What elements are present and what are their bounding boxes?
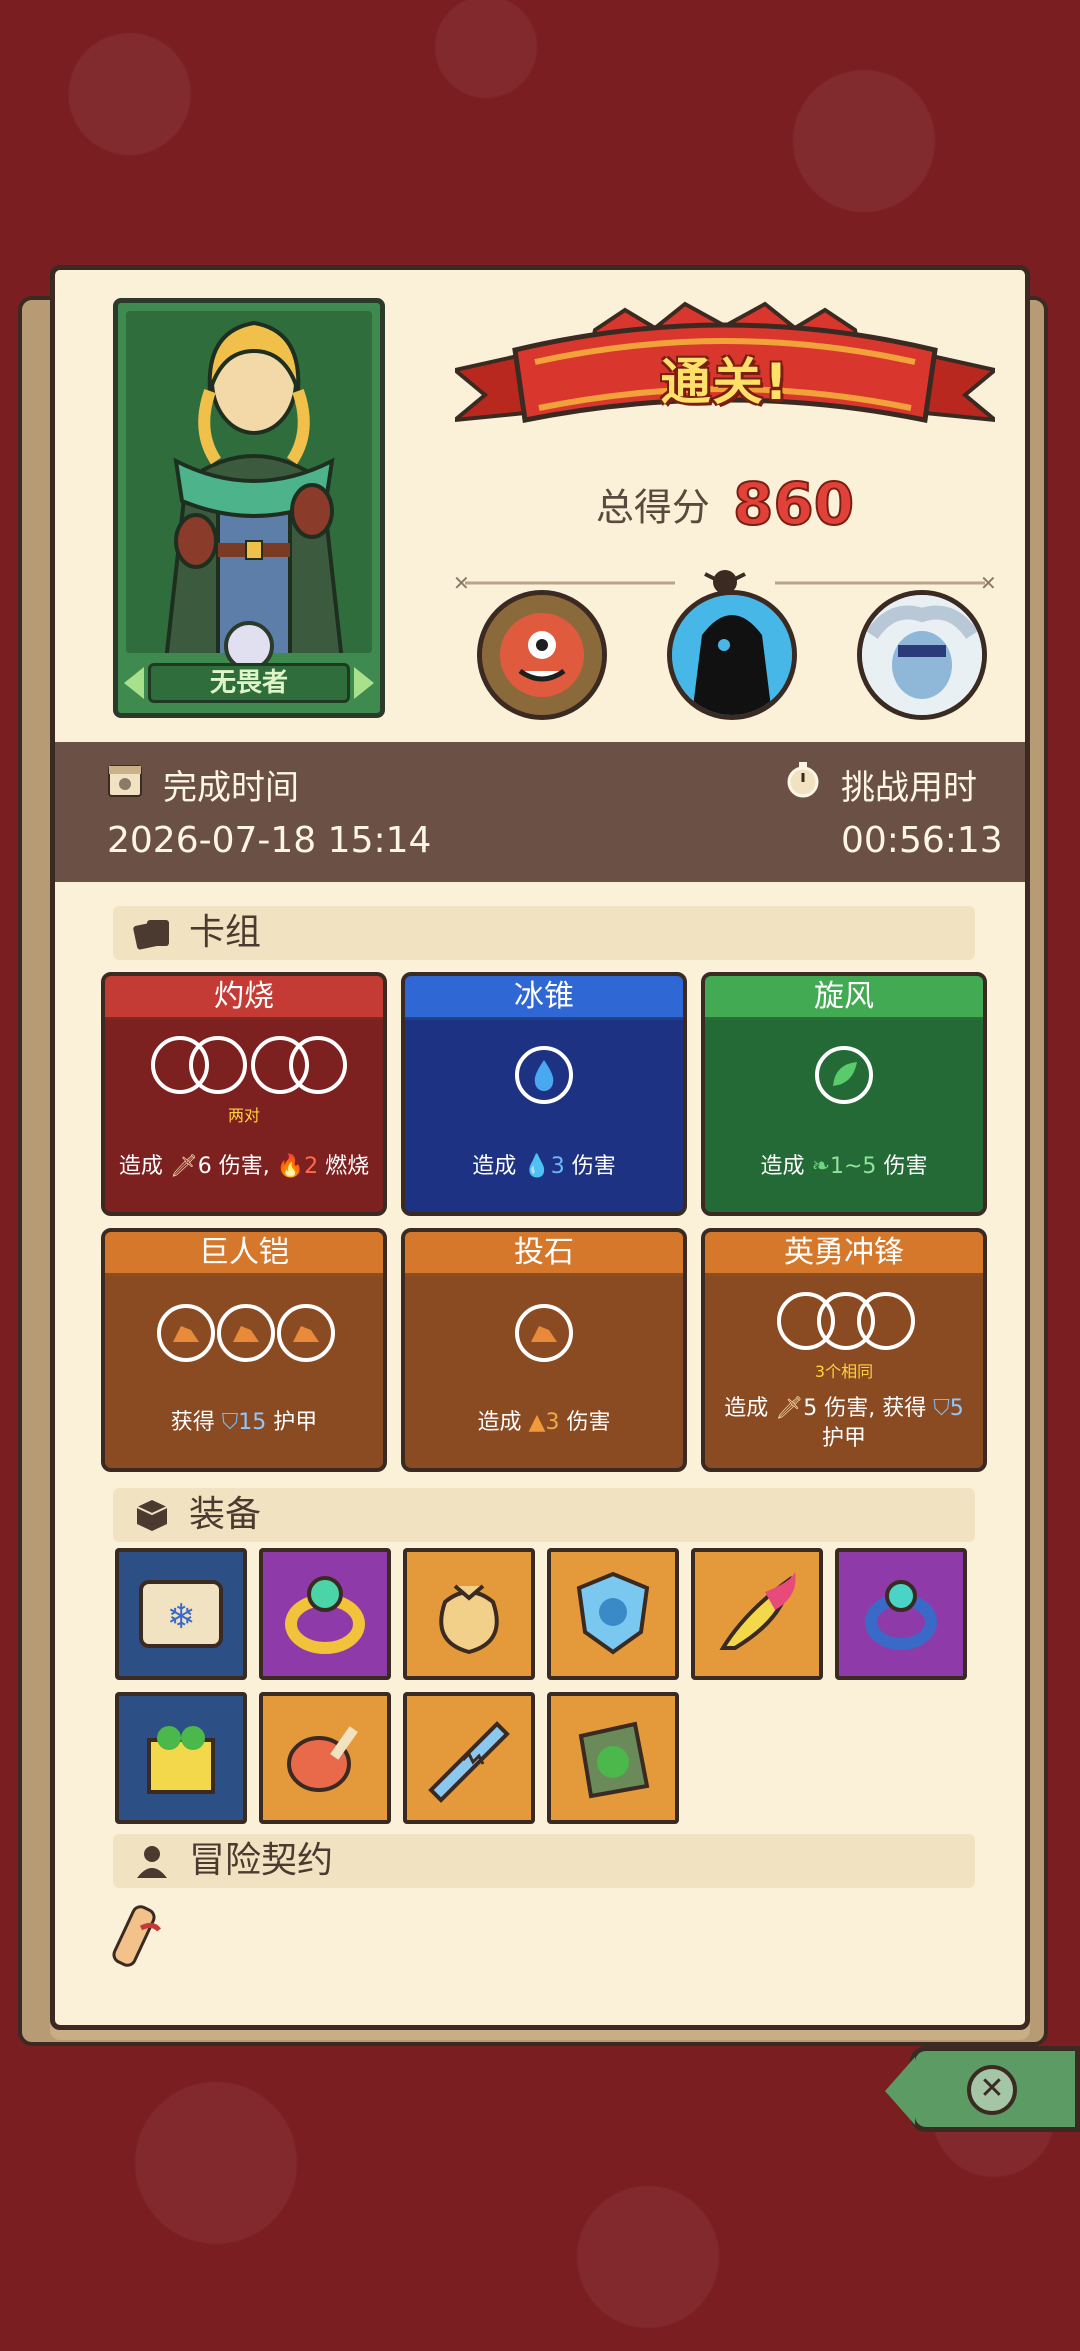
- card-title: 巨人铠: [105, 1232, 383, 1276]
- card-description: 造成 ▲3 伤害: [477, 1410, 611, 1435]
- fire-feather-icon: [719, 1572, 796, 1650]
- svg-text:✕: ✕: [453, 571, 470, 595]
- close-icon: ✕: [967, 2065, 1017, 2115]
- card-title: 灼烧: [105, 976, 383, 1020]
- rock-slot-icon: [157, 1304, 215, 1362]
- hero-illustration: [126, 311, 372, 653]
- ham-icon: [287, 1726, 358, 1792]
- boss-portrait-yeti[interactable]: [857, 590, 987, 720]
- equip-slot[interactable]: [547, 1548, 679, 1680]
- contract-scroll-icon[interactable]: [101, 1898, 181, 1978]
- card-description: 造成 💧3 伤害: [472, 1154, 616, 1179]
- card-whirlwind[interactable]: 旋风 造成 ❧1~5 伤害: [701, 972, 987, 1216]
- clover-block-icon: [147, 1726, 215, 1794]
- victory-title: 通关!: [660, 353, 790, 411]
- serrated-blade-icon: [428, 1721, 510, 1803]
- boss-portrait-cyclops[interactable]: [477, 590, 607, 720]
- magic-ring-icon: [865, 1580, 937, 1650]
- card-giant-armor[interactable]: 巨人铠 获得 ⛉15 护甲: [101, 1228, 387, 1472]
- card-heroic-charge[interactable]: 英勇冲锋 3个相同 造成 🗡5 伤害, 获得 ⛉5 护甲: [701, 1228, 987, 1472]
- hero-card[interactable]: 无畏者: [113, 298, 385, 718]
- rock-slot-icon: [217, 1304, 275, 1362]
- victory-banner: 通关!: [448, 300, 1002, 450]
- person-icon: [137, 1846, 167, 1878]
- finish-time-label: 完成时间: [163, 768, 299, 808]
- card-throw-stone[interactable]: 投石 造成 ▲3 伤害: [401, 1228, 687, 1472]
- rock-slot-icon: [515, 1304, 573, 1362]
- card-title: 英勇冲锋: [705, 1232, 983, 1276]
- result-panel: 无畏者 通关! 总得分 860 ✕ ✕ 完成时间 2026-07-18 15:1…: [50, 265, 1030, 2030]
- defeated-bosses: [475, 590, 995, 730]
- snowflake-scroll-icon: ❄: [139, 1580, 223, 1648]
- wind-leaf-icon: [815, 1046, 873, 1104]
- equip-slot[interactable]: [259, 1548, 391, 1680]
- equip-slot[interactable]: [403, 1692, 535, 1824]
- duration-label: 挑战用时: [841, 768, 977, 808]
- card-description: 获得 ⛉15 护甲: [170, 1410, 318, 1435]
- close-button[interactable]: ✕: [885, 2046, 1080, 2132]
- money-bag-icon: [439, 1584, 499, 1655]
- next-hero-arrow-icon[interactable]: [354, 667, 374, 699]
- equip-slot[interactable]: [691, 1548, 823, 1680]
- hero-portrait: [126, 311, 372, 653]
- card-title: 投石: [405, 1232, 683, 1276]
- total-score: 总得分 860: [455, 469, 995, 539]
- score-label: 总得分: [595, 485, 710, 530]
- contract-section-header: 冒险契约: [113, 1834, 975, 1888]
- ice-shield-icon: [576, 1571, 650, 1655]
- emerald-ring-icon: [285, 1576, 365, 1654]
- hero-name: 无畏者: [148, 663, 350, 703]
- card-scorch[interactable]: 灼烧 两对 造成 🗡6 伤害, 🔥2 燃烧: [101, 972, 387, 1216]
- calendar-icon: [108, 765, 142, 797]
- svg-text:❄: ❄: [167, 1597, 196, 1637]
- equipment-title: 装备: [189, 1494, 262, 1535]
- deck-title: 卡组: [189, 912, 262, 953]
- card-condition: 3个相同: [814, 1362, 874, 1381]
- equip-slot[interactable]: [547, 1692, 679, 1824]
- mossy-stone-icon: [578, 1721, 650, 1799]
- stopwatch-icon: [787, 762, 819, 798]
- boss-portrait-shadow[interactable]: [667, 590, 797, 720]
- card-description: 造成 🗡5 伤害, 获得 ⛉5 护甲: [724, 1396, 964, 1451]
- finish-time-value: 2026-07-18 15:14: [107, 820, 432, 861]
- card-ice-cone[interactable]: 冰锥 造成 💧3 伤害: [401, 972, 687, 1216]
- water-drop-icon: [515, 1046, 573, 1104]
- duration-value: 00:56:13: [841, 820, 1003, 861]
- equip-slot[interactable]: [115, 1692, 247, 1824]
- score-value: 860: [732, 469, 855, 539]
- cards-icon: [133, 920, 169, 950]
- dice-slot-icon: [289, 1036, 347, 1094]
- dice-slot-icon: [857, 1292, 915, 1350]
- deck-section-header: 卡组: [113, 906, 975, 960]
- card-condition: 两对: [227, 1106, 260, 1125]
- equipment-section-header: 装备: [113, 1488, 975, 1542]
- time-stats-bar: 完成时间 2026-07-18 15:14 挑战用时 00:56:13: [55, 742, 1025, 882]
- card-description: 造成 ❧1~5 伤害: [760, 1154, 928, 1179]
- card-description: 造成 🗡6 伤害, 🔥2 燃烧: [118, 1154, 370, 1179]
- rock-slot-icon: [277, 1304, 335, 1362]
- equip-slot[interactable]: [403, 1548, 535, 1680]
- prev-hero-arrow-icon[interactable]: [124, 667, 144, 699]
- equip-slot[interactable]: [259, 1692, 391, 1824]
- card-title: 旋风: [705, 976, 983, 1020]
- dice-slot-icon: [189, 1036, 247, 1094]
- card-title: 冰锥: [405, 976, 683, 1020]
- equip-slot[interactable]: [835, 1548, 967, 1680]
- contract-title: 冒险契约: [189, 1840, 334, 1881]
- equip-slot[interactable]: ❄: [115, 1548, 247, 1680]
- box-icon: [136, 1500, 168, 1531]
